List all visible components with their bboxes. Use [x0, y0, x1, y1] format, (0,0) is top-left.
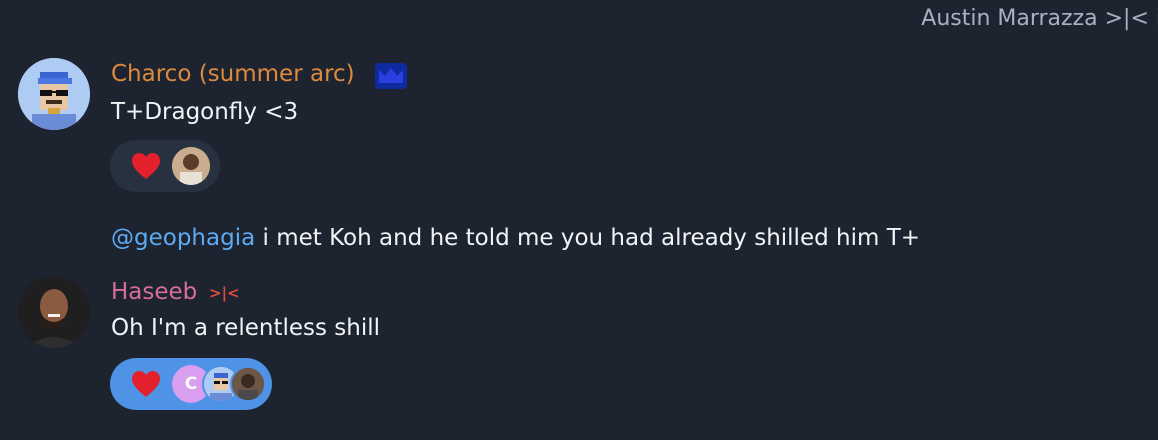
sender-tag: >|< — [209, 284, 240, 302]
avatar-haseeb[interactable] — [18, 276, 90, 348]
pixel-avatar-icon — [18, 58, 90, 130]
mention-link[interactable]: @geophagia — [111, 225, 255, 251]
message-text: Oh I'm a relentless shill — [111, 315, 381, 341]
heart-icon — [128, 148, 164, 184]
message-mention-line: @geophagia i met Koh and he told me you … — [111, 225, 920, 251]
heart-icon — [128, 366, 164, 402]
crown-icon — [374, 62, 408, 94]
person-photo-icon — [18, 276, 90, 348]
peer-name-header[interactable]: Austin Marrazza >|< i — [921, 6, 1158, 31]
sender-name-charco[interactable]: Charco (summer arc) — [111, 61, 355, 87]
person-photo-icon — [172, 147, 210, 185]
person-photo-icon — [232, 368, 264, 400]
reaction-heart[interactable] — [110, 140, 220, 192]
avatar-charco[interactable] — [18, 58, 90, 130]
reaction-heart-selected[interactable]: C — [110, 358, 272, 410]
message-text: i met Koh and he told me you had already… — [255, 225, 921, 251]
avatar-initial: C — [184, 374, 198, 394]
message-text: T+Dragonfly <3 — [111, 99, 299, 125]
sender-name-haseeb[interactable]: Haseeb — [111, 279, 197, 305]
reactor-avatar[interactable] — [230, 366, 266, 402]
reactor-avatar[interactable] — [172, 147, 210, 185]
